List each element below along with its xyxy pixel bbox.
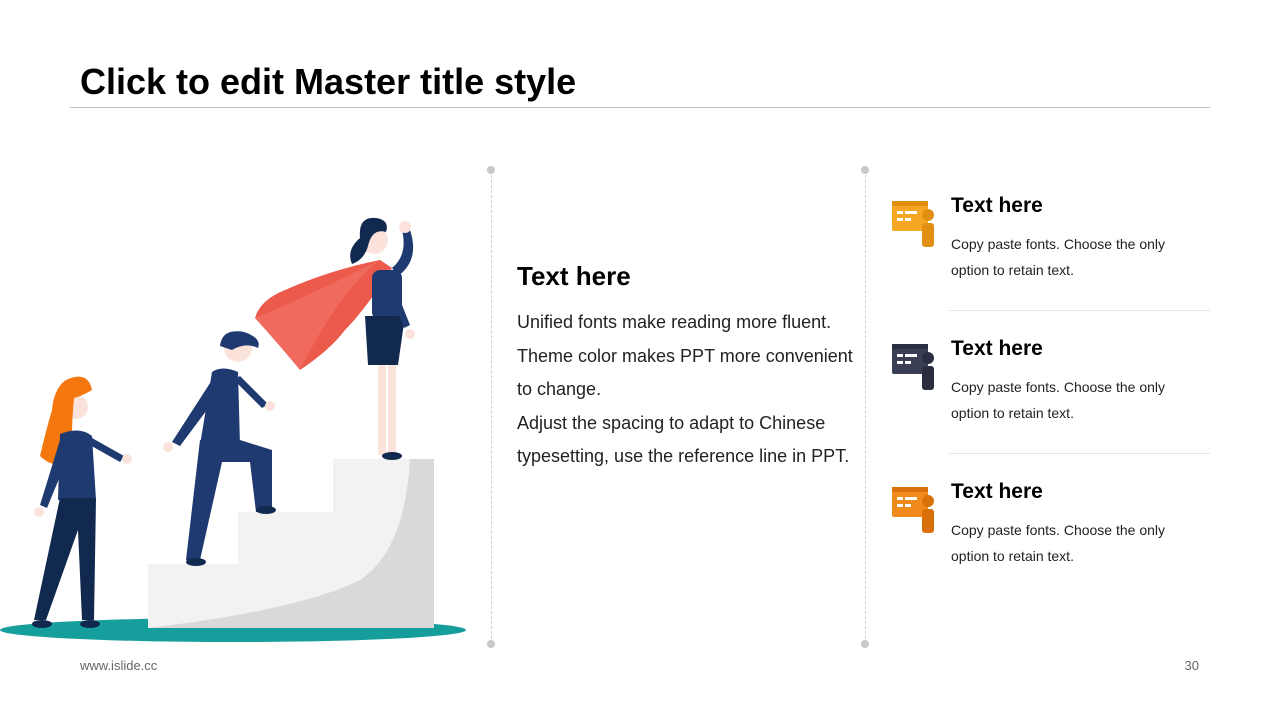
feature-item-heading: Text here: [951, 194, 1043, 217]
item-divider: [949, 310, 1210, 311]
footer-url: www.islide.cc: [80, 658, 158, 673]
right-divider-top-dot: [861, 166, 869, 174]
page-number: 30: [1184, 658, 1199, 673]
left-divider-top-dot: [487, 166, 495, 174]
title-divider: [70, 107, 1210, 108]
presenter-board-icon: [892, 201, 934, 247]
stairs-climbing-illustration: [0, 217, 466, 642]
right-divider-bottom-dot: [861, 640, 869, 648]
feature-item-text: Copy paste fonts. Choose the only option…: [951, 522, 1166, 564]
center-paragraph: Adjust the spacing to adapt to Chinese t…: [517, 412, 850, 467]
presenter-board-icon: [892, 487, 934, 533]
feature-item-text: Copy paste fonts. Choose the only option…: [951, 379, 1166, 421]
feature-item-3[interactable]: Text here Copy paste fonts. Choose the o…: [890, 479, 1210, 599]
center-body-text[interactable]: Unified fonts make reading more fluent. …: [517, 306, 857, 474]
left-divider-line: [491, 170, 492, 644]
presenter-board-icon: [892, 344, 934, 390]
right-divider-line: [865, 170, 866, 644]
left-divider-bottom-dot: [487, 640, 495, 648]
feature-item-heading: Text here: [951, 480, 1043, 503]
feature-item-2[interactable]: Text here Copy paste fonts. Choose the o…: [890, 336, 1210, 456]
feature-item-text: Copy paste fonts. Choose the only option…: [951, 236, 1166, 278]
center-paragraph: Unified fonts make reading more fluent. …: [517, 312, 853, 399]
feature-item-heading: Text here: [951, 337, 1043, 360]
feature-item-1[interactable]: Text here Copy paste fonts. Choose the o…: [890, 193, 1210, 313]
slide-title[interactable]: Click to edit Master title style: [80, 60, 576, 104]
center-heading[interactable]: Text here: [517, 260, 631, 292]
item-divider: [949, 453, 1210, 454]
